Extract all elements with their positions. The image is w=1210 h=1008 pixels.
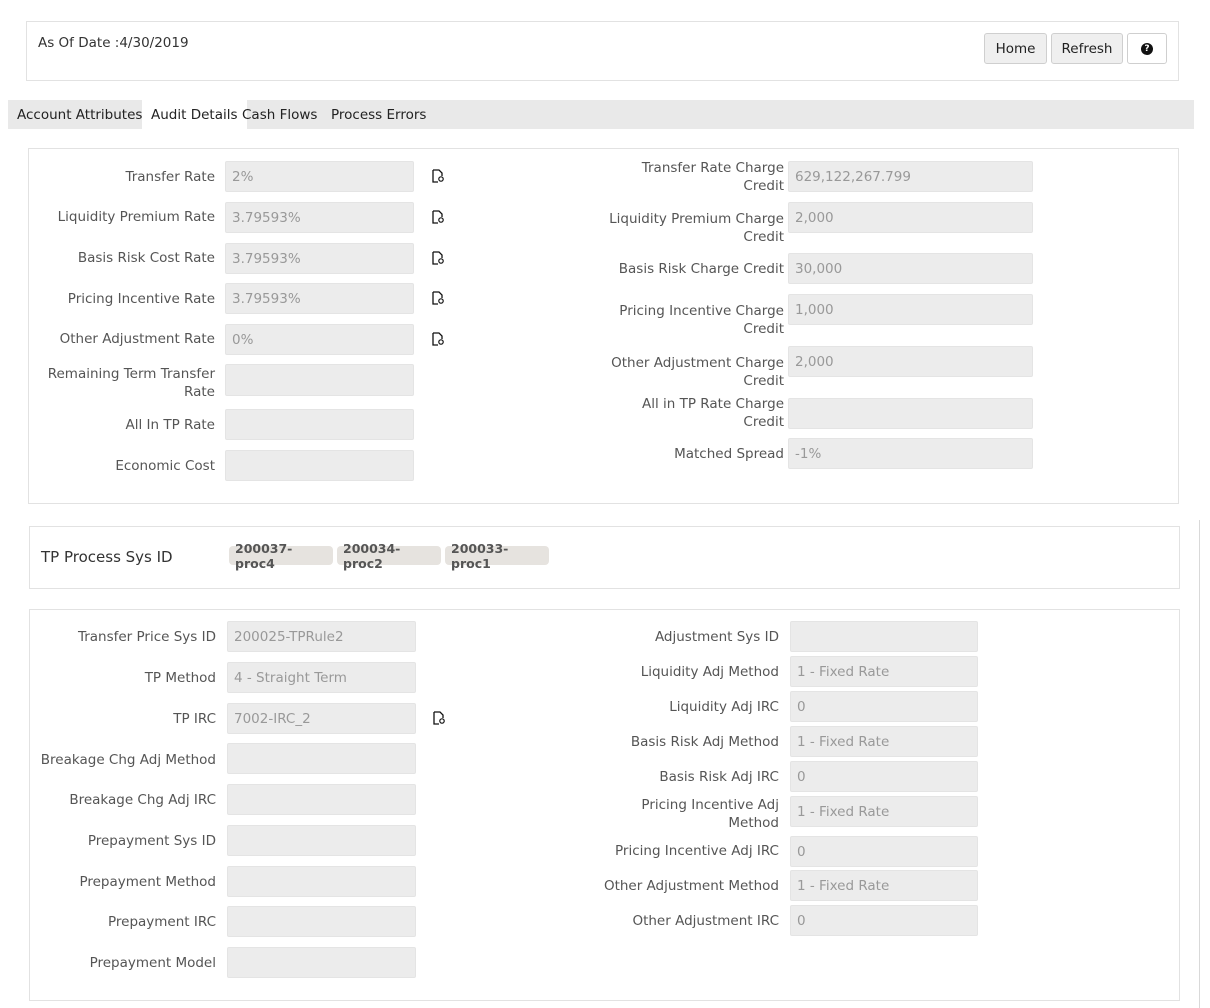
matched-spread-label: Matched Spread — [674, 446, 784, 462]
other-adjustment-rate-label: Other Adjustment Rate — [59, 331, 215, 347]
liquidity-premium-rate-field[interactable]: 3.79593% — [225, 202, 414, 233]
breakage-chg-adj-irc-label: Breakage Chg Adj IRC — [69, 792, 216, 808]
all-in-tp-rate-charge-credit-label: All in TP Rate Charge Credit — [642, 396, 784, 430]
pricing-incentive-document-view-icon[interactable] — [431, 291, 445, 305]
prepayment-irc-field[interactable] — [227, 906, 416, 937]
liquidity-premium-charge-credit-label: Liquidity Premium Charge Credit — [609, 211, 784, 245]
breakage-chg-adj-irc-field[interactable] — [227, 784, 416, 815]
refresh-button[interactable]: Refresh — [1051, 33, 1123, 64]
basis-risk-adj-irc-label: Basis Risk Adj IRC — [659, 769, 779, 785]
other-adjustment-charge-credit-label: Other Adjustment Charge Credit — [611, 355, 784, 389]
tab-audit-details[interactable]: Audit Details — [142, 100, 247, 129]
basis-risk-cost-rate-field[interactable]: 3.79593% — [225, 243, 414, 274]
pricing-incentive-adj-irc-label: Pricing Incentive Adj IRC — [615, 843, 779, 859]
tab-cash-flows[interactable]: Cash Flows — [233, 100, 326, 129]
home-button[interactable]: Home — [984, 33, 1047, 64]
transfer-price-sys-id-label: Transfer Price Sys ID — [77, 629, 216, 645]
pricing-incentive-charge-credit-label: Pricing Incentive Charge Credit — [619, 303, 784, 337]
all-in-tp-rate-charge-credit-field[interactable] — [788, 398, 1033, 429]
liquidity-adj-method-field[interactable]: 1 - Fixed Rate — [790, 656, 978, 687]
tp-method-label: TP Method — [144, 670, 216, 686]
all-in-tp-rate-label: All In TP Rate — [125, 417, 216, 433]
remaining-term-transfer-rate-field[interactable] — [225, 364, 414, 396]
pricing-incentive-rate-label: Pricing Incentive Rate — [67, 291, 215, 307]
transfer-rate-charge-credit-field[interactable]: 629,122,267.799 — [788, 161, 1033, 192]
liquidity-premium-rate-label: Liquidity Premium Rate — [57, 209, 215, 225]
pricing-incentive-adj-irc-field[interactable]: 0 — [790, 836, 978, 867]
process-chip[interactable]: 200033-proc1 — [445, 541, 549, 571]
other-adjustment-method-label: Other Adjustment Method — [603, 878, 779, 894]
breakage-chg-adj-method-label: Breakage Chg Adj Method — [40, 752, 216, 768]
prepayment-irc-label: Prepayment IRC — [107, 914, 216, 930]
liquidity-premium-document-view-icon[interactable] — [431, 210, 445, 224]
basis-risk-charge-credit-label: Basis Risk Charge Credit — [618, 261, 784, 277]
liquidity-premium-charge-credit-field[interactable]: 2,000 — [788, 202, 1033, 233]
as-of-date: As Of Date :4/30/2019 — [38, 35, 189, 51]
adjustment-sys-id-label: Adjustment Sys ID — [654, 629, 779, 645]
liquidity-adj-irc-label: Liquidity Adj IRC — [669, 699, 779, 715]
tp-irc-label: TP IRC — [173, 711, 216, 727]
tab-account-attributes[interactable]: Account Attributes — [8, 100, 151, 129]
transfer-rate-charge-credit-label: Transfer Rate Charge Credit — [641, 160, 784, 194]
prepayment-sys-id-label: Prepayment Sys ID — [87, 833, 216, 849]
tp-irc-document-view-icon[interactable] — [432, 711, 446, 725]
tp-process-panel — [29, 526, 1180, 589]
economic-cost-field[interactable] — [225, 450, 414, 481]
process-chip[interactable]: 200037-proc4 — [229, 541, 333, 571]
help-icon: ? — [1141, 42, 1153, 55]
liquidity-adj-method-label: Liquidity Adj Method — [640, 664, 779, 680]
pricing-incentive-adj-method-field[interactable]: 1 - Fixed Rate — [790, 796, 978, 827]
economic-cost-label: Economic Cost — [115, 458, 215, 474]
basis-risk-adj-method-field[interactable]: 1 - Fixed Rate — [790, 726, 978, 757]
transfer-rate-label: Transfer Rate — [125, 169, 215, 185]
matched-spread-field[interactable]: -1% — [788, 438, 1033, 469]
basis-risk-cost-rate-label: Basis Risk Cost Rate — [77, 250, 215, 266]
prepayment-sys-id-field[interactable] — [227, 825, 416, 856]
other-adjustment-document-view-icon[interactable] — [431, 332, 445, 346]
prepayment-model-label: Prepayment Model — [89, 955, 216, 971]
remaining-term-transfer-rate-label: Remaining Term Transfer Rate — [47, 366, 215, 400]
transfer-rate-document-view-icon[interactable] — [431, 169, 445, 183]
pricing-incentive-rate-field[interactable]: 3.79593% — [225, 283, 414, 314]
tp-process-sys-id-label: TP Process Sys ID — [41, 548, 173, 566]
prepayment-method-label: Prepayment Method — [79, 874, 216, 890]
basis-risk-adj-method-label: Basis Risk Adj Method — [630, 734, 779, 750]
basis-risk-document-view-icon[interactable] — [431, 251, 445, 265]
adjustment-sys-id-field[interactable] — [790, 621, 978, 652]
basis-risk-adj-irc-field[interactable]: 0 — [790, 761, 978, 792]
pricing-incentive-charge-credit-field[interactable]: 1,000 — [788, 294, 1033, 325]
transfer-rate-field[interactable]: 2% — [225, 161, 414, 192]
prepayment-method-field[interactable] — [227, 866, 416, 897]
help-button[interactable]: ? — [1127, 33, 1167, 64]
tab-process-errors[interactable]: Process Errors — [322, 100, 435, 129]
tp-method-field[interactable]: 4 - Straight Term — [227, 662, 416, 693]
breakage-chg-adj-method-field[interactable] — [227, 743, 416, 774]
process-chip[interactable]: 200034-proc2 — [337, 541, 441, 571]
other-adjustment-rate-field[interactable]: 0% — [225, 324, 414, 355]
basis-risk-charge-credit-field[interactable]: 30,000 — [788, 253, 1033, 284]
prepayment-model-field[interactable] — [227, 947, 416, 978]
other-adjustment-method-field[interactable]: 1 - Fixed Rate — [790, 870, 978, 901]
transfer-price-sys-id-field[interactable]: 200025-TPRule2 — [227, 621, 416, 652]
other-adjustment-irc-field[interactable]: 0 — [790, 905, 978, 936]
liquidity-adj-irc-field[interactable]: 0 — [790, 691, 978, 722]
pricing-incentive-adj-method-label: Pricing Incentive Adj Method — [641, 797, 779, 831]
other-adjustment-irc-label: Other Adjustment IRC — [632, 913, 779, 929]
all-in-tp-rate-field[interactable] — [225, 409, 414, 440]
scroll-edge — [1199, 520, 1200, 1008]
tp-irc-field[interactable]: 7002-IRC_2 — [227, 703, 416, 734]
other-adjustment-charge-credit-field[interactable]: 2,000 — [788, 346, 1033, 377]
